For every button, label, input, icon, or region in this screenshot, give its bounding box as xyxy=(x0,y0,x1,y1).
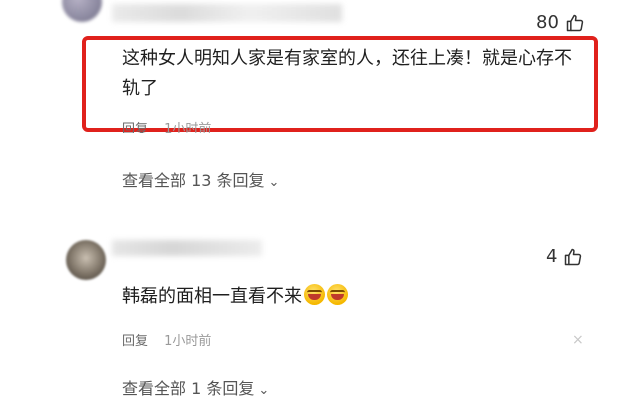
view-all-replies-button[interactable]: 查看全部 13 条回复 ⌄ xyxy=(122,167,279,191)
timestamp: 1小时前 xyxy=(164,122,212,137)
username-blurred xyxy=(112,240,262,256)
view-all-replies-label: 查看全部 13 条回复 xyxy=(122,171,265,190)
comment-text: 这种女人明知人家是有家室的人，还往上凑！就是心存不轨了 xyxy=(122,48,572,99)
comment-meta: 回复 1小时前 xyxy=(122,118,212,137)
like-control[interactable]: 80 xyxy=(536,12,585,33)
thumbs-up-icon[interactable] xyxy=(563,247,583,267)
avatar[interactable] xyxy=(62,0,102,22)
reply-button[interactable]: 回复 xyxy=(122,122,148,133)
username-blurred xyxy=(112,4,342,22)
chevron-down-icon: ⌄ xyxy=(268,175,280,190)
timestamp: 1小时前 xyxy=(164,334,212,349)
comment-text: 韩磊的面相一直看不来 xyxy=(122,286,302,307)
reply-button[interactable]: 回复 xyxy=(122,334,148,349)
comment-meta: 回复 1小时前 xyxy=(122,330,211,349)
thumbs-up-icon[interactable] xyxy=(565,13,585,33)
close-icon[interactable]: × xyxy=(572,332,584,348)
avatar[interactable] xyxy=(66,240,106,280)
laughing-tears-emoji-icon xyxy=(304,284,325,305)
view-all-replies-button[interactable]: 查看全部 1 条回复 ⌄ xyxy=(122,375,269,399)
laughing-tears-emoji-icon xyxy=(327,284,348,305)
like-count: 80 xyxy=(536,12,559,33)
like-count: 4 xyxy=(546,246,558,267)
like-control[interactable]: 4 xyxy=(546,246,583,267)
comment-text-row: 韩磊的面相一直看不来 xyxy=(122,282,348,312)
chevron-down-icon: ⌄ xyxy=(258,383,270,398)
view-all-replies-label: 查看全部 1 条回复 xyxy=(122,379,255,398)
